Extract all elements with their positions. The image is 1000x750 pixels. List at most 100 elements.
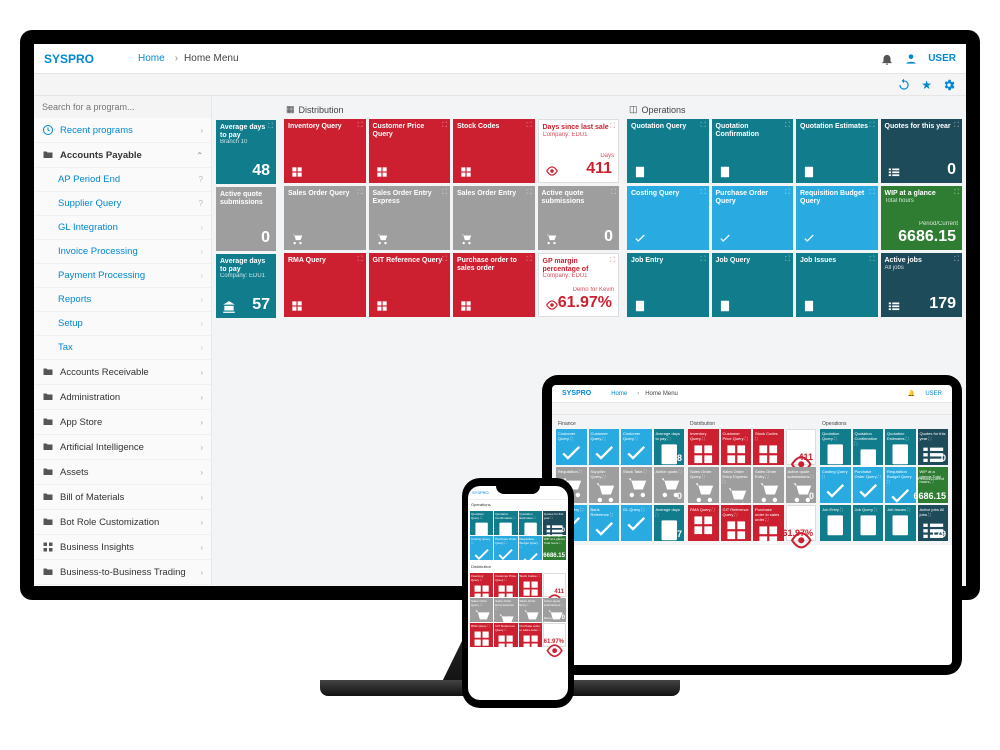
tile[interactable]: Customer Price Query ⛶: [494, 573, 517, 597]
tile-avg-days-pay-2[interactable]: Average days to payCompany: EDU157: [216, 254, 276, 318]
sidebar-bot-role[interactable]: Bot Role Customization›: [34, 510, 211, 535]
tile[interactable]: Purchase order to sales order ⛶: [753, 505, 784, 541]
tile[interactable]: Quotation Confirmation ⛶: [853, 429, 884, 465]
tile[interactable]: Sales Order Entry Express ⛶: [721, 467, 752, 503]
sidebar-artificial-intelligence[interactable]: Artificial Intelligence›: [34, 435, 211, 460]
sidebar-accounts-payable[interactable]: Accounts Payable ⌃: [34, 143, 211, 168]
tile[interactable]: Requisition Budget Query ⛶: [519, 536, 542, 560]
tile[interactable]: Quotes for this year 0 ⛶: [543, 511, 566, 535]
tile[interactable]: Active jobs All jobs 179 ⛶: [881, 253, 963, 317]
tile[interactable]: WIP at a glance Total hours Period/Curre…: [881, 186, 963, 250]
tile[interactable]: Average days to pay 48 ⛶: [654, 429, 685, 465]
tile[interactable]: Costing Query ⛶: [470, 536, 493, 560]
tile[interactable]: Stock Codes ⛶: [453, 119, 535, 183]
tile[interactable]: Job Issues ⛶: [796, 253, 878, 317]
tile[interactable]: Days since last sale Company: EDU1 Days …: [786, 429, 817, 465]
tile[interactable]: Inventory Query ⛶: [284, 119, 366, 183]
tile[interactable]: RMA Query ⛶: [688, 505, 719, 541]
tile[interactable]: Customer Query ⛶: [589, 429, 620, 465]
tile[interactable]: Quotation Estimates ⛶: [519, 511, 542, 535]
tile[interactable]: Sales Order Query ⛶: [470, 598, 493, 622]
tile[interactable]: Quotation Estimates ⛶: [796, 119, 878, 183]
bell-icon[interactable]: [880, 52, 894, 66]
tile[interactable]: Customer Price Query ⛶: [721, 429, 752, 465]
tile[interactable]: Purchase order to sales order ⛶: [519, 623, 542, 647]
sidebar-invoice-processing[interactable]: Invoice Processing›: [34, 240, 211, 264]
tile[interactable]: Job Issues ⛶: [885, 505, 916, 541]
tile[interactable]: Stock Codes ⛶: [753, 429, 784, 465]
tile[interactable]: GIT Reference Query ⛶: [494, 623, 517, 647]
tile[interactable]: Purchase Order Query ⛶: [712, 186, 794, 250]
tile[interactable]: Job Query ⛶: [853, 505, 884, 541]
tile[interactable]: Inventory Query ⛶: [688, 429, 719, 465]
tile[interactable]: Sales Order Entry ⛶: [753, 467, 784, 503]
tile[interactable]: GP margin percentage of Company: EDU1 De…: [543, 623, 566, 647]
tile[interactable]: Sales Order Entry Express ⛶: [369, 186, 451, 250]
tile[interactable]: Sales Order Entry ⛶: [453, 186, 535, 250]
sidebar-b2b-trading[interactable]: Business-to-Business Trading›: [34, 560, 211, 585]
sidebar-recent-programs[interactable]: Recent programs ›: [34, 118, 211, 143]
tile[interactable]: Active quote 0 ⛶: [654, 467, 685, 503]
tile[interactable]: Job Entry ⛶: [627, 253, 709, 317]
tile[interactable]: Customer Query ⛶: [621, 429, 652, 465]
tile[interactable]: Purchase order to sales order ⛶: [453, 253, 535, 317]
tile[interactable]: Sales Order Entry Express ⛶: [494, 598, 517, 622]
sidebar-payment-processing[interactable]: Payment Processing›: [34, 264, 211, 288]
sidebar-reports[interactable]: Reports›: [34, 288, 211, 312]
sidebar-supplier-query[interactable]: Supplier Query?: [34, 192, 211, 216]
tile[interactable]: Job Query ⛶: [712, 253, 794, 317]
tile[interactable]: Days since last sale Company: EDU1 Days …: [543, 573, 566, 597]
user-label[interactable]: USER: [928, 53, 956, 64]
tile[interactable]: Purchase Order Query ⛶: [853, 467, 884, 503]
tile[interactable]: GIT Reference Query ⛶: [369, 253, 451, 317]
tile[interactable]: GP margin percentage of Company: EDU1 De…: [786, 505, 817, 541]
tile[interactable]: Supplier Query ⛶: [589, 467, 620, 503]
refresh-icon[interactable]: [897, 78, 911, 92]
tile[interactable]: Sales Order Query ⛶: [284, 186, 366, 250]
tile[interactable]: Customer Query ⛶: [556, 429, 587, 465]
tile[interactable]: GL Query ⛶: [621, 505, 652, 541]
user-icon[interactable]: [904, 52, 918, 66]
tile[interactable]: Purchase Order Query ⛶: [494, 536, 517, 560]
star-icon[interactable]: ★: [921, 78, 932, 92]
tile[interactable]: Quotation Query ⛶: [820, 429, 851, 465]
sidebar-business-insights[interactable]: Business Insights›: [34, 535, 211, 560]
sidebar-accounts-receivable[interactable]: Accounts Receivable›: [34, 360, 211, 385]
tile[interactable]: Customer Price Query ⛶: [369, 119, 451, 183]
breadcrumb-home[interactable]: Home: [138, 53, 165, 64]
tile[interactable]: Job Entry ⛶: [820, 505, 851, 541]
tile[interactable]: Days since last sale Company: EDU1 Days …: [538, 119, 620, 183]
tile[interactable]: Quotes for this year 0 ⛶: [881, 119, 963, 183]
sidebar-gl-integration[interactable]: GL Integration›: [34, 216, 211, 240]
sidebar-cash-book[interactable]: Cash Book›: [34, 585, 211, 586]
sidebar-administration[interactable]: Administration›: [34, 385, 211, 410]
tile[interactable]: Active jobs All jobs 179 ⛶: [918, 505, 949, 541]
tile[interactable]: WIP at a glance Total hours Period/Curre…: [918, 467, 949, 503]
tile[interactable]: GP margin percentage of Company: EDU1 De…: [538, 253, 620, 317]
tile[interactable]: Sales Order Query ⛶: [688, 467, 719, 503]
tile[interactable]: WIP at a glance Total hours Period/Curre…: [543, 536, 566, 560]
tile[interactable]: Active quote submissions 0 ⛶: [786, 467, 817, 503]
tile[interactable]: Costing Query ⛶: [820, 467, 851, 503]
gear-icon[interactable]: [942, 78, 956, 92]
sidebar-assets[interactable]: Assets›: [34, 460, 211, 485]
tile[interactable]: Requisition Budget Query ⛶: [796, 186, 878, 250]
sidebar-ap-period-end[interactable]: AP Period End?: [34, 168, 211, 192]
bell-icon[interactable]: 🔔: [908, 390, 915, 397]
user-label[interactable]: USER: [925, 391, 942, 397]
sidebar-tax[interactable]: Tax›: [34, 336, 211, 360]
sidebar-setup[interactable]: Setup›: [34, 312, 211, 336]
tile[interactable]: GIT Reference Query ⛶: [721, 505, 752, 541]
tile[interactable]: Stock Codes ⛶: [519, 573, 542, 597]
sidebar-app-store[interactable]: App Store›: [34, 410, 211, 435]
tile[interactable]: RMA Query ⛶: [470, 623, 493, 647]
tile[interactable]: Quotation Confirmation ⛶: [494, 511, 517, 535]
tile[interactable]: Bank Reference ⛶: [589, 505, 620, 541]
tile[interactable]: Sales Order Entry ⛶: [519, 598, 542, 622]
tile[interactable]: Costing Query ⛶: [627, 186, 709, 250]
tile[interactable]: Quotation Estimates ⛶: [885, 429, 916, 465]
tile[interactable]: Inventory Query ⛶: [470, 573, 493, 597]
tile[interactable]: Stock Take ⛶: [621, 467, 652, 503]
tile[interactable]: Requisition Budget Query ⛶: [885, 467, 916, 503]
program-search-input[interactable]: [34, 96, 211, 118]
